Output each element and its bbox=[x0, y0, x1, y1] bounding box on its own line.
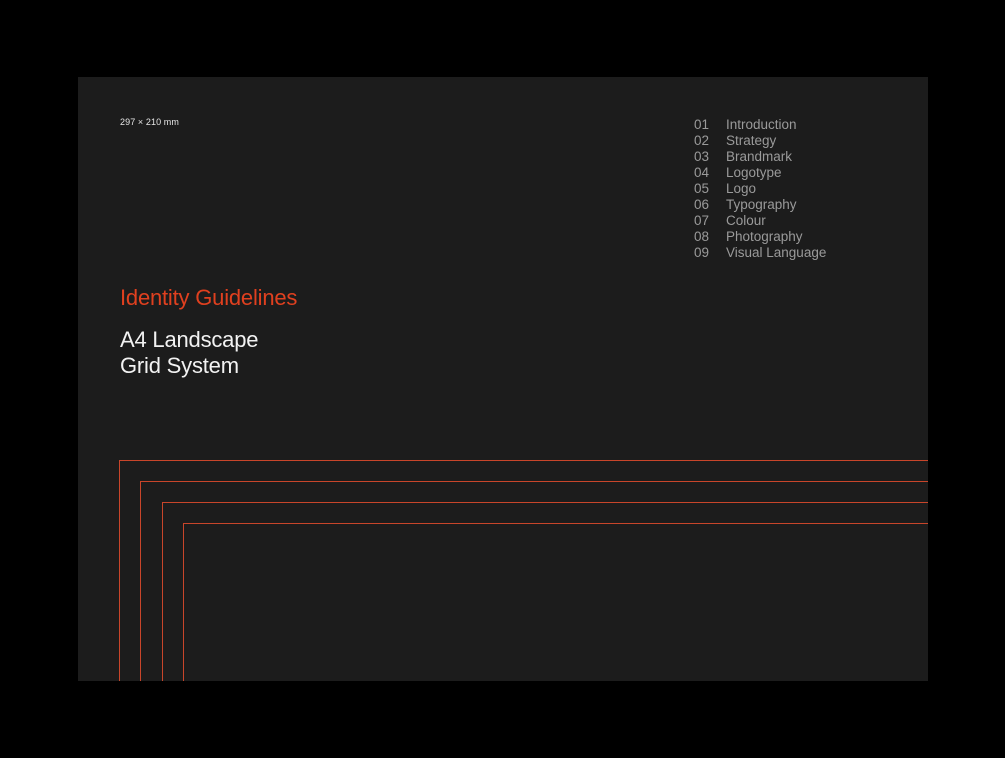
toc-number: 06 bbox=[694, 197, 710, 212]
toc-label: Visual Language bbox=[726, 245, 827, 260]
toc-item[interactable]: 06 Typography bbox=[694, 197, 826, 213]
page-dimensions: 297 × 210 mm bbox=[120, 117, 179, 127]
toc-number: 09 bbox=[694, 245, 710, 260]
toc-label: Logotype bbox=[726, 165, 782, 180]
toc-label: Logo bbox=[726, 181, 757, 196]
toc-item[interactable]: 07 Colour bbox=[694, 213, 826, 229]
toc-label: Brandmark bbox=[726, 149, 793, 164]
toc-label: Introduction bbox=[726, 117, 797, 132]
toc-item[interactable]: 04 Logotype bbox=[694, 165, 826, 181]
guideline-page: 297 × 210 mm 01 Introduction 02 Strategy 0… bbox=[78, 77, 928, 681]
toc-item[interactable]: 08 Photography bbox=[694, 229, 826, 245]
grid-frame-line bbox=[183, 523, 928, 681]
toc-number: 07 bbox=[694, 213, 710, 228]
table-of-contents: 01 Introduction 02 Strategy 03 Brandmark 04… bbox=[694, 117, 826, 261]
toc-label: Photography bbox=[726, 229, 803, 244]
toc-label: Typography bbox=[726, 197, 797, 212]
toc-item[interactable]: 09 Visual Language bbox=[694, 245, 826, 261]
subtitle-line: A4 Landscape bbox=[120, 327, 259, 352]
toc-label: Strategy bbox=[726, 133, 777, 148]
subtitle-line: Grid System bbox=[120, 353, 239, 378]
toc-number: 02 bbox=[694, 133, 710, 148]
toc-item[interactable]: 05 Logo bbox=[694, 181, 826, 197]
toc-number: 08 bbox=[694, 229, 710, 244]
toc-item[interactable]: 03 Brandmark bbox=[694, 149, 826, 165]
toc-number: 05 bbox=[694, 181, 710, 196]
toc-item[interactable]: 02 Strategy bbox=[694, 133, 826, 149]
page-title: Identity Guidelines bbox=[120, 285, 298, 310]
toc-number: 04 bbox=[694, 165, 710, 180]
toc-number: 03 bbox=[694, 149, 710, 164]
toc-item[interactable]: 01 Introduction bbox=[694, 117, 826, 133]
toc-number: 01 bbox=[694, 117, 710, 132]
toc-label: Colour bbox=[726, 213, 766, 228]
page-subtitle: A4 Landscape Grid System bbox=[120, 327, 258, 379]
